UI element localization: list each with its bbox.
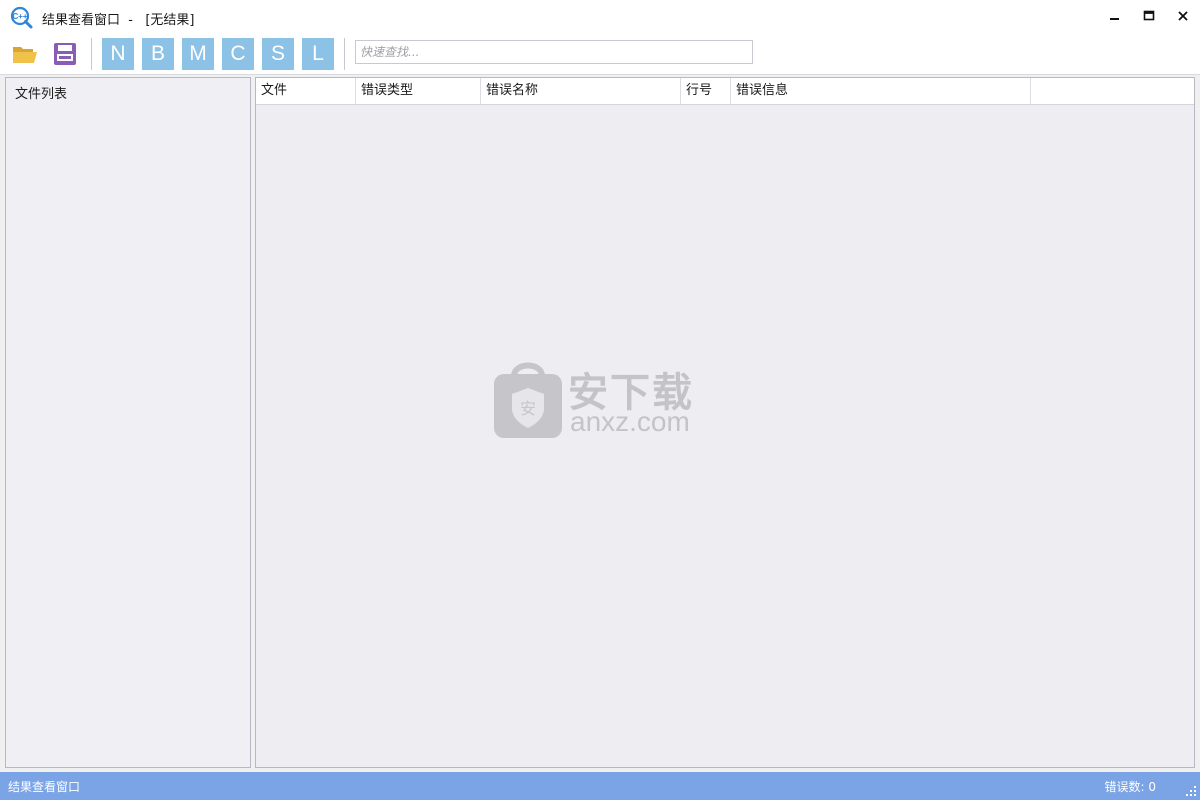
file-list-title: 文件列表 xyxy=(15,87,68,102)
close-icon xyxy=(1178,11,1188,21)
grid-header-row: 文件 错误类型 错误名称 行号 错误信息 xyxy=(256,78,1194,105)
maximize-icon xyxy=(1143,10,1155,21)
toolbar-separator xyxy=(91,38,92,70)
app-logo-icon: C++ xyxy=(8,5,34,29)
resize-grip-icon[interactable] xyxy=(1185,785,1197,797)
filter-button-l[interactable]: L xyxy=(302,38,334,70)
title-bar: C++ 结果查看窗口 - [无结果] xyxy=(0,0,1200,35)
filter-button-n[interactable]: N xyxy=(102,38,134,70)
filter-button-b[interactable]: B xyxy=(142,38,174,70)
column-header-error-name[interactable]: 错误名称 xyxy=(481,78,681,104)
open-button[interactable] xyxy=(10,40,40,68)
shopping-bag-logo-icon: 安 xyxy=(494,362,562,438)
svg-text:C++: C++ xyxy=(12,12,27,21)
file-list-panel[interactable]: 文件列表 xyxy=(5,77,251,768)
filter-button-c[interactable]: C xyxy=(222,38,254,70)
save-button[interactable] xyxy=(50,40,80,68)
status-text: 结果查看窗口 xyxy=(8,780,81,794)
column-header-error-type[interactable]: 错误类型 xyxy=(356,78,481,104)
open-folder-icon xyxy=(13,47,37,63)
column-header-error-message[interactable]: 错误信息 xyxy=(731,78,1031,104)
status-bar: 结果查看窗口 错误数: 0 xyxy=(0,772,1200,800)
minimize-button[interactable] xyxy=(1098,0,1132,32)
minimize-icon xyxy=(1110,18,1119,20)
watermark: 安 安下载 anxz.com xyxy=(492,358,712,442)
save-icon xyxy=(54,43,76,65)
error-count: 错误数: 0 xyxy=(1104,780,1157,794)
toolbar-separator xyxy=(344,38,345,70)
filter-button-s[interactable]: S xyxy=(262,38,294,70)
maximize-button[interactable] xyxy=(1132,0,1166,32)
quick-search-input[interactable] xyxy=(355,40,753,64)
filter-button-m[interactable]: M xyxy=(182,38,214,70)
svg-text:安: 安 xyxy=(520,399,536,418)
results-grid[interactable]: 文件 错误类型 错误名称 行号 错误信息 安 安下载 anxz.com xyxy=(255,77,1195,768)
column-header-line-number[interactable]: 行号 xyxy=(681,78,731,104)
column-header-file[interactable]: 文件 xyxy=(256,78,356,104)
column-header-filler xyxy=(1031,78,1194,104)
window-title: 结果查看窗口 - [无结果] xyxy=(42,13,195,28)
watermark-domain: anxz.com xyxy=(570,406,690,437)
close-button[interactable] xyxy=(1166,0,1200,32)
